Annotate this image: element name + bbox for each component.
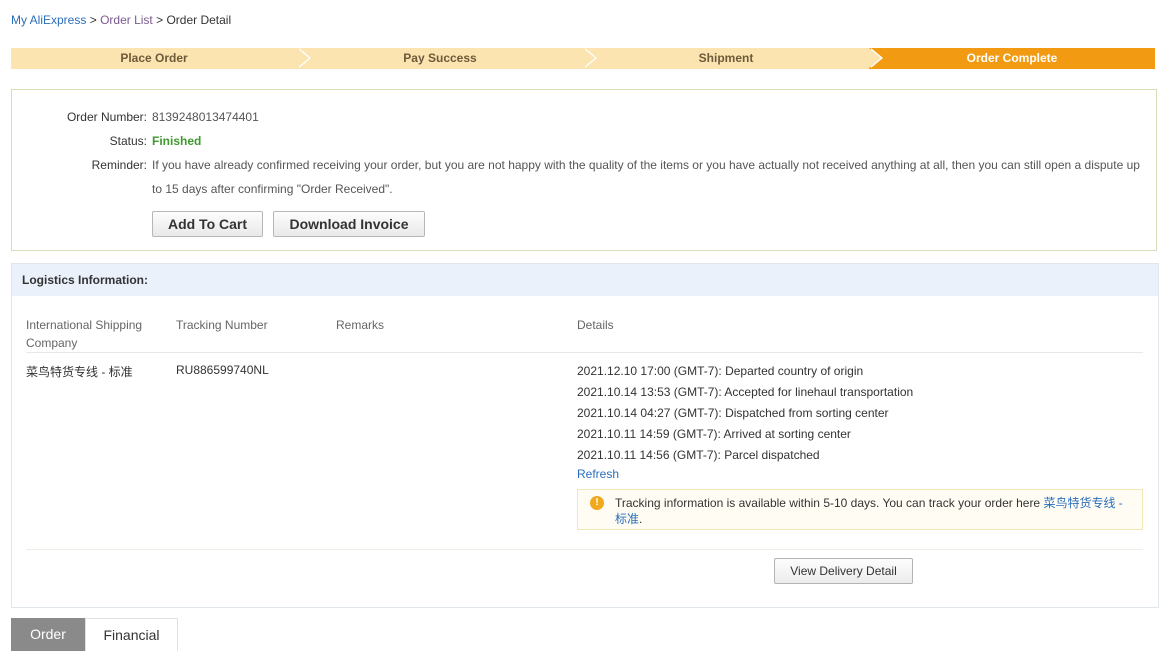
lightbulb-icon: ! — [590, 496, 604, 510]
section-divider — [26, 549, 1143, 550]
tracking-number-value: RU886599740NL — [176, 363, 269, 377]
step-place-order: Place Order — [11, 48, 311, 69]
column-header-shipping-company: International Shipping Company — [26, 318, 143, 350]
step-arrow — [869, 48, 881, 68]
step-label: Order Complete — [966, 51, 1058, 65]
tracking-event: 2021.12.10 17:00 (GMT-7): Departed count… — [577, 364, 864, 378]
step-order-complete: Order Complete — [869, 48, 1155, 69]
breadcrumb-separator: > — [89, 13, 97, 27]
column-header-remarks: Remarks — [336, 318, 385, 332]
breadcrumb-current: Order Detail — [166, 13, 232, 27]
shipping-company-value: 菜鸟特货专线 - 标准 — [26, 365, 133, 379]
column-header-details: Details — [577, 318, 614, 332]
view-delivery-detail-button[interactable]: View Delivery Detail — [774, 558, 913, 584]
step-arrow — [297, 48, 309, 68]
breadcrumb: My AliExpress > Order List > Order Detai… — [11, 13, 231, 27]
tracking-event: 2021.10.14 04:27 (GMT-7): Dispatched fro… — [577, 406, 889, 420]
tip-message: Tracking information is available within… — [615, 496, 1041, 510]
tracking-tip-box: ! Tracking information is available with… — [577, 489, 1143, 530]
reminder-label: Reminder: — [91, 158, 147, 172]
breadcrumb-order-list-link[interactable]: Order List — [100, 13, 153, 27]
tracking-event: 2021.10.11 14:56 (GMT-7): Parcel dispatc… — [577, 448, 820, 462]
download-invoice-button[interactable]: Download Invoice — [273, 211, 425, 237]
order-number-label: Order Number: — [66, 110, 147, 124]
tip-period: . — [639, 512, 643, 526]
step-pay-success: Pay Success — [297, 48, 597, 69]
breadcrumb-separator: > — [156, 13, 164, 27]
status-label: Status: — [109, 134, 147, 148]
tracking-event: 2021.10.11 14:59 (GMT-7): Arrived at sor… — [577, 427, 851, 441]
order-number-value: 8139248013474401 — [152, 110, 259, 124]
tab-order[interactable]: Order — [11, 618, 85, 651]
detail-tabs: Order Financial — [11, 618, 178, 651]
step-shipment: Shipment — [583, 48, 883, 69]
breadcrumb-my-aliexpress-link[interactable]: My AliExpress — [11, 13, 86, 27]
tab-financial[interactable]: Financial — [85, 618, 178, 651]
status-value: Finished — [152, 134, 202, 148]
step-label: Shipment — [698, 51, 754, 65]
order-progress-steps: Place Order Pay Success Shipment Order C… — [11, 48, 1155, 69]
logistics-panel: Logistics Information: International Shi… — [11, 263, 1159, 608]
add-to-cart-button[interactable]: Add To Cart — [152, 211, 263, 237]
tracking-event: 2021.10.14 13:53 (GMT-7): Accepted for l… — [577, 385, 914, 399]
step-label: Pay Success — [403, 51, 477, 65]
column-header-tracking-number: Tracking Number — [176, 318, 268, 332]
step-label: Place Order — [120, 51, 188, 65]
tracking-tip-text: Tracking information is available within… — [615, 495, 1135, 527]
reminder-text: If you have already confirmed receiving … — [152, 158, 1140, 196]
step-arrow — [583, 48, 595, 68]
refresh-link[interactable]: Refresh — [577, 467, 619, 481]
logistics-title: Logistics Information: — [12, 264, 1158, 296]
table-divider — [26, 352, 1143, 353]
order-summary-panel: Order Number: 8139248013474401 Status: F… — [11, 89, 1157, 251]
